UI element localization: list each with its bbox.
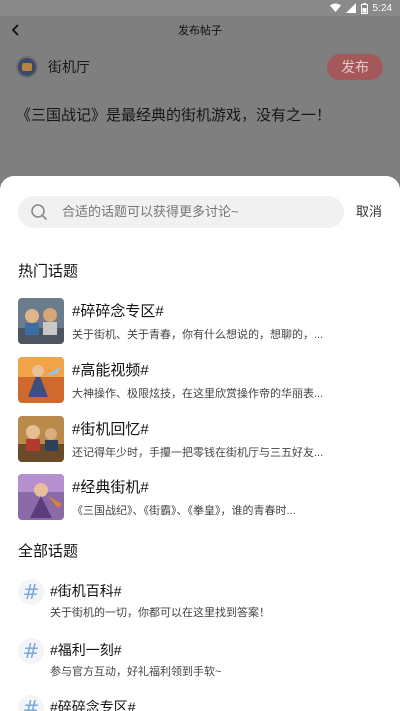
- topic-title: #街机回忆#: [72, 421, 149, 438]
- search-input[interactable]: [62, 196, 332, 228]
- page-title: 发布帖子: [178, 25, 222, 37]
- topic-title: #碎碎念专区#: [72, 303, 164, 320]
- topic-title: #经典街机#: [72, 479, 149, 496]
- cancel-button[interactable]: 取消: [356, 196, 382, 228]
- all-topic-item[interactable]: # #街机百科# 关于街机的一切，你都可以在这里找到答案！: [18, 579, 384, 623]
- author-name: 街机厅: [48, 59, 90, 75]
- post-content[interactable]: 《三国战记》是最经典的街机游戏，没有之一！: [16, 104, 331, 125]
- hashtag-icon: #: [18, 695, 44, 711]
- search-row: 取消: [18, 196, 382, 228]
- battery-icon: [360, 2, 368, 14]
- all-topic-item[interactable]: # #碎碎念专区#: [18, 695, 384, 711]
- hashtag-icon: #: [18, 579, 44, 605]
- search-box[interactable]: [18, 196, 344, 228]
- all-topics-title: 全部话题: [18, 543, 79, 560]
- status-icons: 5:24: [329, 1, 392, 15]
- publish-button[interactable]: 发布: [327, 54, 383, 80]
- topic-description: 关于街机的一切，你都可以在这里找到答案！: [50, 607, 270, 619]
- topic-title: #街机百科#: [50, 583, 122, 599]
- hot-topic-item[interactable]: #经典街机# 《三国战纪》、《街霸》、《拳皇》，谁的青春时...: [18, 474, 384, 522]
- hashtag-icon: #: [18, 638, 44, 664]
- topic-thumbnail: [18, 357, 64, 403]
- hot-topic-item[interactable]: #高能视频# 大神操作、极限炫技，在这里欣赏操作帝的华丽表...: [18, 357, 384, 405]
- topic-description: 还记得年少时，手攥一把零钱在街机厅与三五好友...: [72, 447, 324, 459]
- post-editor-background: 发布帖子 街机厅 发布 《三国战记》是最经典的街机游戏，没有之一！: [0, 16, 400, 186]
- topic-thumbnail: [18, 298, 64, 344]
- topic-thumbnail: [18, 416, 64, 462]
- wifi-icon: [329, 3, 341, 12]
- hot-topic-item[interactable]: #街机回忆# 还记得年少时，手攥一把零钱在街机厅与三五好友...: [18, 416, 384, 464]
- topic-thumbnail: [18, 474, 64, 520]
- topic-picker-sheet: 取消 热门话题 #碎碎念专区# 关于街机、关于青春，你有什么想说的，想聊的，..…: [0, 176, 400, 711]
- author-row: 街机厅: [16, 56, 90, 78]
- topic-description: 《三国战纪》、《街霸》、《拳皇》，谁的青春时...: [72, 505, 296, 517]
- avatar: [16, 56, 38, 78]
- status-time: 5:24: [372, 2, 392, 14]
- all-topic-item[interactable]: # #福利一刻# 参与官方互动，好礼福利领到手软~: [18, 638, 384, 682]
- topic-title: #福利一刻#: [50, 642, 122, 658]
- topic-title: #高能视频#: [72, 362, 149, 379]
- search-icon: [31, 204, 48, 221]
- top-bar: 发布帖子: [0, 16, 400, 46]
- topic-description: 关于街机、关于青春，你有什么想说的，想聊的，...: [72, 329, 324, 341]
- signal-icon: [345, 3, 356, 13]
- topic-description: 参与官方互动，好礼福利领到手软~: [50, 666, 222, 678]
- topic-title: #碎碎念专区#: [50, 699, 136, 711]
- status-bar: 5:24: [0, 0, 400, 16]
- topic-description: 大神操作、极限炫技，在这里欣赏操作帝的华丽表...: [72, 388, 324, 400]
- hot-topics-title: 热门话题: [18, 263, 79, 280]
- hot-topic-item[interactable]: #碎碎念专区# 关于街机、关于青春，你有什么想说的，想聊的，...: [18, 298, 384, 346]
